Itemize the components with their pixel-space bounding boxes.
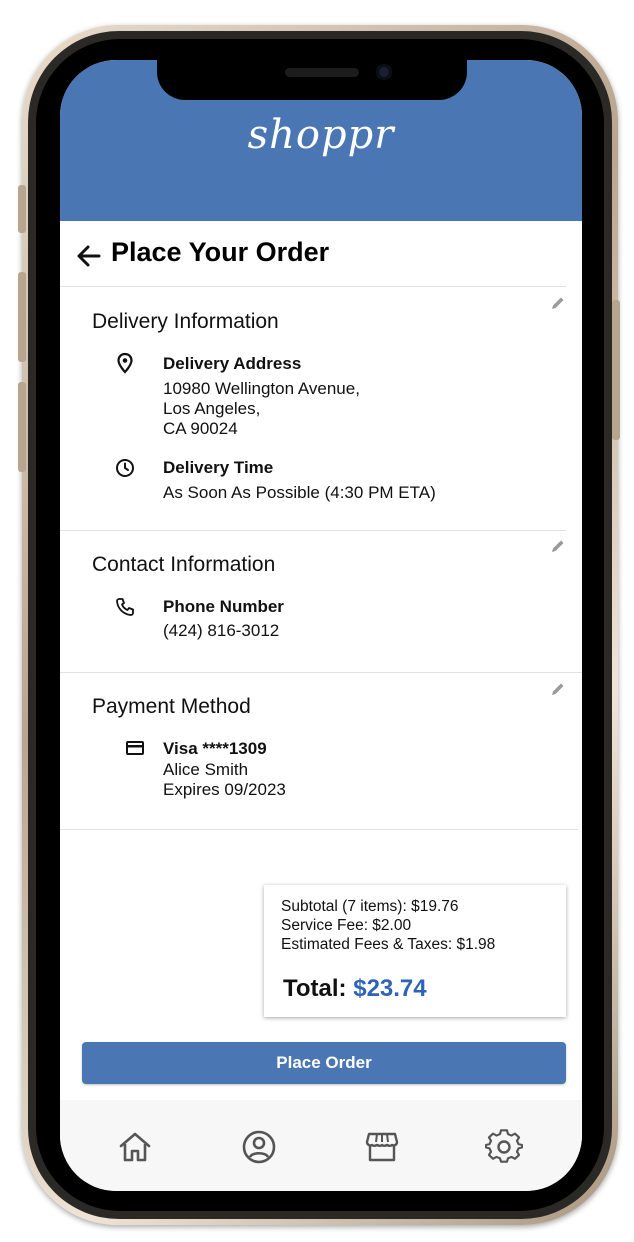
app-logo: shoppr (247, 112, 395, 158)
location-pin-icon (117, 352, 133, 374)
divider (60, 829, 578, 830)
delivery-time-value: As Soon As Possible (4:30 PM ETA) (163, 483, 436, 502)
store-icon[interactable] (363, 1128, 401, 1166)
payment-section-title: Payment Method (92, 695, 251, 718)
front-camera (376, 64, 392, 80)
delivery-address-line2: Los Angeles, (163, 399, 261, 418)
total-amount: $23.74 (353, 975, 427, 1002)
order-summary-card: Subtotal (7 items): $19.76 Service Fee: … (264, 885, 566, 1017)
phone-number-value: (424) 816-3012 (163, 621, 280, 640)
total-label: Total: (283, 975, 347, 1002)
edit-payment-icon[interactable] (550, 681, 566, 697)
cardholder-name: Alice Smith (163, 760, 249, 779)
delivery-section-title: Delivery Information (92, 310, 279, 333)
profile-icon[interactable] (240, 1128, 278, 1166)
bottom-nav (60, 1100, 582, 1191)
delivery-time-label: Delivery Time (163, 458, 274, 477)
delivery-address-line1: 10980 Wellington Avenue, (163, 379, 360, 398)
settings-icon[interactable] (485, 1128, 523, 1166)
contact-section-title: Contact Information (92, 553, 276, 576)
phone-number-label: Phone Number (163, 597, 284, 616)
delivery-address-label: Delivery Address (163, 354, 302, 373)
delivery-address-line3: CA 90024 (163, 419, 238, 438)
subtotal-line: Subtotal (7 items): $19.76 (281, 898, 459, 915)
fees-taxes-line: Estimated Fees & Taxes: $1.98 (281, 936, 496, 953)
clock-icon (116, 459, 134, 477)
silent-switch (18, 185, 26, 233)
divider (60, 530, 566, 531)
card-label: Visa ****1309 (163, 739, 267, 758)
power-button (612, 300, 620, 440)
volume-down-button (18, 382, 26, 472)
phone-icon (116, 598, 134, 616)
edit-contact-icon[interactable] (550, 538, 566, 554)
divider (60, 672, 582, 673)
back-arrow-icon[interactable] (74, 241, 104, 271)
volume-up-button (18, 272, 26, 362)
place-order-button[interactable]: Place Order (82, 1042, 566, 1084)
card-expiry: Expires 09/2023 (163, 780, 286, 799)
total-line: Total: $23.74 (283, 975, 427, 1003)
notch (157, 60, 467, 100)
credit-card-icon (126, 741, 144, 755)
edit-delivery-icon[interactable] (550, 295, 566, 311)
service-fee-line: Service Fee: $2.00 (281, 917, 412, 934)
page-title: Place Your Order (111, 237, 330, 267)
home-icon[interactable] (116, 1128, 154, 1166)
speaker (285, 68, 359, 77)
title-row: Place Your Order (60, 221, 582, 286)
divider (60, 286, 566, 287)
screen: shoppr Place Your Order Delivery Informa… (60, 60, 582, 1191)
